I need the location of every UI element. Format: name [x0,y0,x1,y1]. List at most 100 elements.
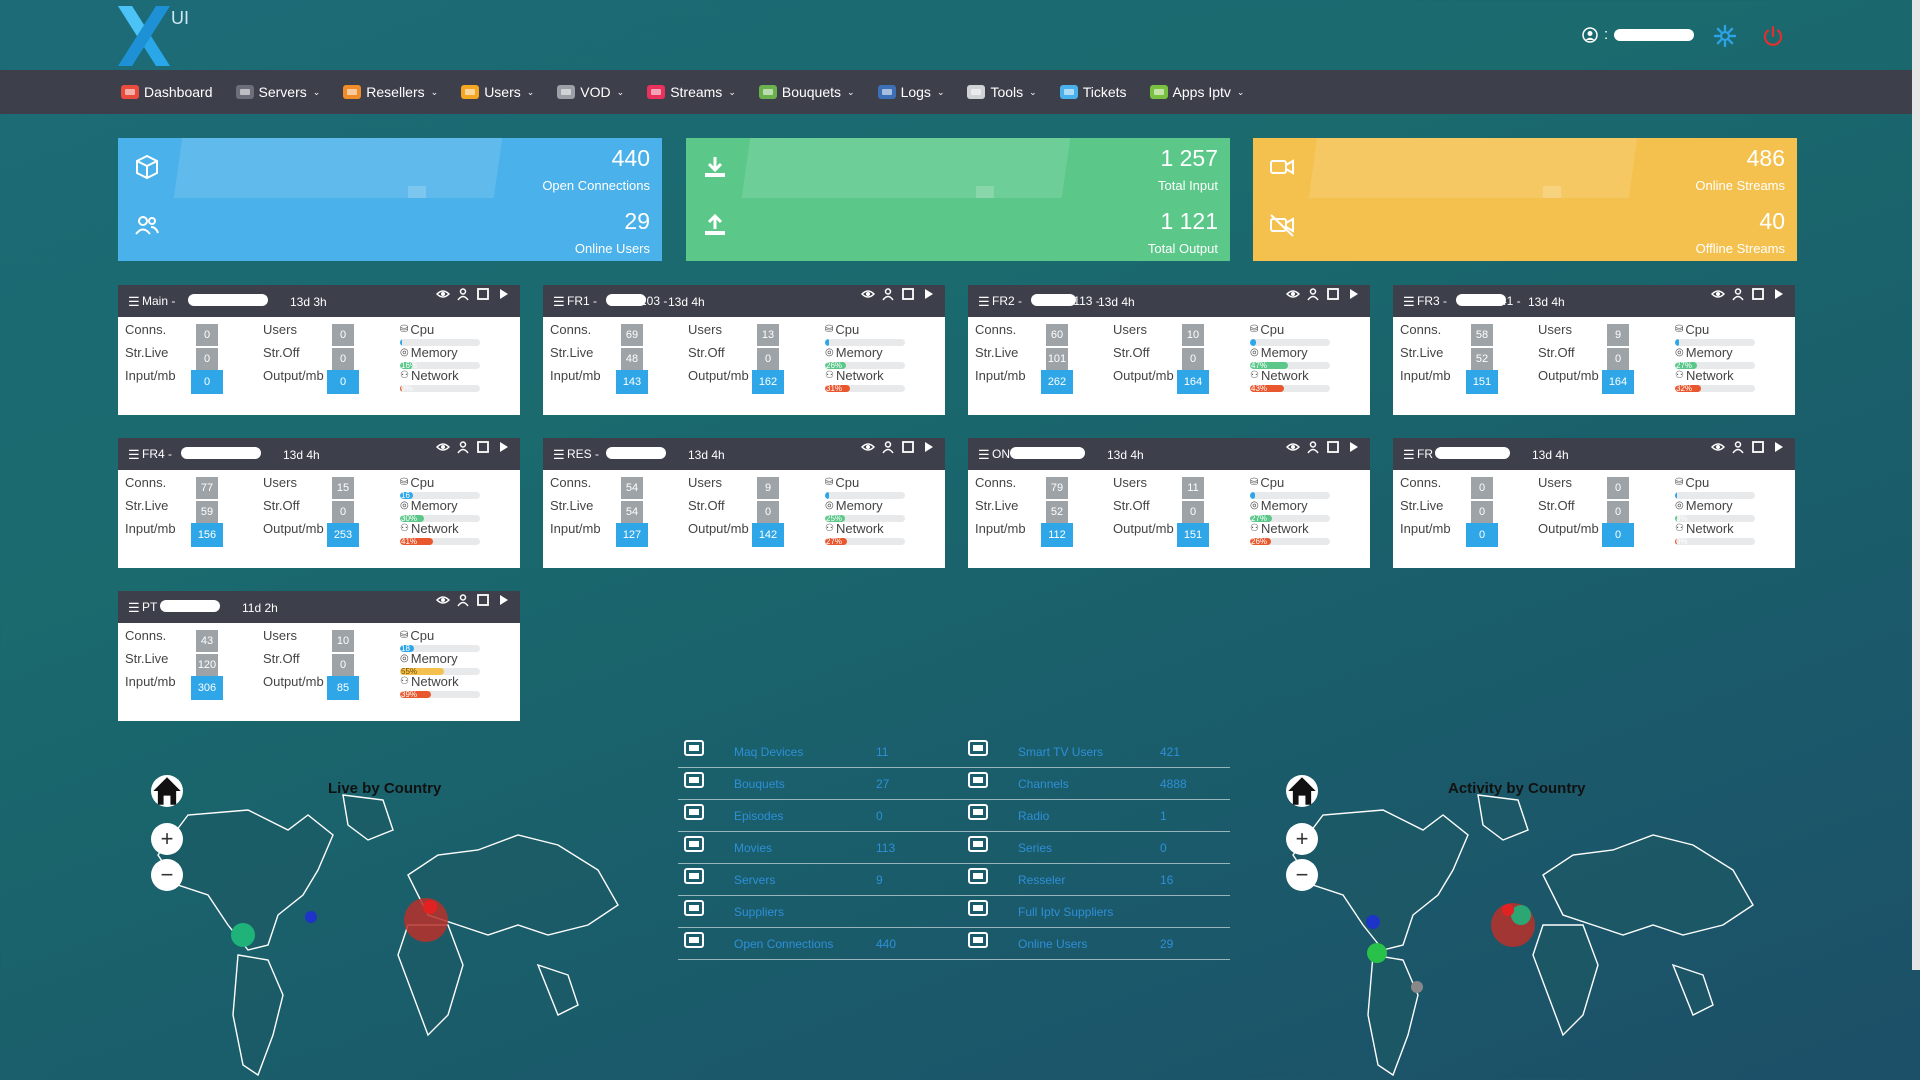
map-zoom-in-button[interactable]: + [1286,823,1318,855]
menu-icon[interactable]: ☰ [128,294,140,310]
network-label: ⚇ Network [825,521,884,536]
server-panel-header: ☰ FR1 - 203 -13d 4h [543,285,945,317]
map-zoom-in-button[interactable]: + [151,823,183,855]
eye-icon[interactable] [861,287,875,301]
eye-icon[interactable] [436,440,450,454]
play-icon[interactable] [1346,440,1360,454]
nav-item-logs[interactable]: Logs ⌄ [875,81,944,103]
user-icon[interactable] [1731,287,1745,301]
eye-icon[interactable] [436,287,450,301]
cpu-text: Cpu [835,322,860,337]
menu-icon[interactable]: ☰ [978,447,990,463]
str-off-label: Str.Off [1538,345,1575,360]
cpu-text: Cpu [835,475,860,490]
stat-label[interactable]: Suppliers [734,896,784,928]
stop-icon[interactable] [1751,287,1765,301]
play-icon[interactable] [496,287,510,301]
play-icon[interactable] [1771,440,1785,454]
stat-label[interactable]: Movies [734,832,772,864]
app-logo[interactable]: UI [118,6,189,66]
nav-item-servers[interactable]: Servers ⌄ [233,81,320,103]
stat-label[interactable]: Maq Devices [734,736,803,768]
str-live-label: Str.Live [125,498,169,513]
user-icon[interactable] [456,593,470,607]
menu-icon[interactable]: ☰ [1403,447,1415,463]
eye-icon[interactable] [1711,440,1725,454]
play-icon[interactable] [921,287,935,301]
menu-icon[interactable]: ☰ [128,447,140,463]
user-icon[interactable] [1731,440,1745,454]
stop-icon[interactable] [476,287,490,301]
nav-item-vod[interactable]: VOD ⌄ [554,81,624,103]
eye-icon[interactable] [436,593,450,607]
cpu-label: ⛁ Cpu [1675,322,1709,337]
nav-item-tools[interactable]: Tools ⌄ [964,81,1037,103]
menu-icon[interactable]: ☰ [553,294,565,310]
nav-item-bouquets[interactable]: Bouquets ⌄ [756,81,855,103]
stat-label[interactable]: Channels [1018,768,1069,800]
stop-icon[interactable] [1751,440,1765,454]
stat-label[interactable]: Radio [1018,800,1049,832]
stat-label[interactable]: Smart TV Users [1018,736,1103,768]
activity-by-country-map[interactable]: Activity by Country + − [1253,775,1793,1080]
user-icon[interactable] [1306,287,1320,301]
eye-icon[interactable] [1711,287,1725,301]
user-menu[interactable]: : [1582,26,1695,43]
play-icon[interactable] [496,440,510,454]
nav-item-dashboard[interactable]: Dashboard [118,81,213,103]
user-icon[interactable] [456,440,470,454]
menu-icon[interactable]: ☰ [553,447,565,463]
stop-icon[interactable] [476,593,490,607]
stat-label[interactable]: Resseler [1018,864,1065,896]
play-icon[interactable] [1346,287,1360,301]
chevron-down-icon: ⌄ [616,86,625,97]
stop-icon[interactable] [901,440,915,454]
input-label: Input/mb [975,521,1026,536]
summary-top-value: 1 257 [1160,145,1218,171]
eye-icon[interactable] [1286,440,1300,454]
stop-icon[interactable] [1326,287,1340,301]
eye-icon[interactable] [1286,287,1300,301]
stat-label[interactable]: Bouquets [734,768,785,800]
page-scrollbar[interactable] [1912,0,1920,970]
nav-item-resellers[interactable]: Resellers ⌄ [340,81,438,103]
server-ip-suffix: 203 - [640,294,668,308]
stop-icon[interactable] [1326,440,1340,454]
play-icon[interactable] [496,593,510,607]
stat-label[interactable]: Servers [734,864,775,896]
user-icon[interactable] [456,287,470,301]
stat-label[interactable]: Episodes [734,800,783,832]
input-label: Input/mb [125,521,176,536]
stat-label[interactable]: Online Users [1018,928,1087,960]
map-zoom-out-button[interactable]: − [1286,859,1318,891]
map-home-button[interactable] [1286,775,1318,807]
eye-icon[interactable] [861,440,875,454]
cpu-label: ⛁ Cpu [1250,322,1284,337]
power-icon[interactable] [1761,24,1785,48]
gear-icon[interactable] [1713,24,1737,48]
nav-item-tickets[interactable]: Tickets [1057,81,1127,103]
nav-item-streams[interactable]: Streams ⌄ [644,81,736,103]
nav-item-apps-iptv[interactable]: Apps Iptv ⌄ [1147,81,1244,103]
memory-text: Memory [410,651,458,666]
map-zoom-out-button[interactable]: − [151,859,183,891]
stat-label[interactable]: Series [1018,832,1052,864]
conns-value: 69 [621,324,643,346]
stat-label[interactable]: Full Iptv Suppliers [1018,896,1113,928]
play-icon[interactable] [921,440,935,454]
menu-icon[interactable]: ☰ [128,600,140,616]
users-icon [458,81,482,103]
user-icon[interactable] [881,287,895,301]
menu-icon[interactable]: ☰ [1403,294,1415,310]
nav-label: Apps Iptv [1172,84,1231,100]
stop-icon[interactable] [476,440,490,454]
stat-label[interactable]: Open Connections [734,928,833,960]
menu-icon[interactable]: ☰ [978,294,990,310]
live-by-country-map[interactable]: Live by Country + − [118,775,658,1080]
map-home-button[interactable] [151,775,183,807]
user-icon[interactable] [881,440,895,454]
play-icon[interactable] [1771,287,1785,301]
user-icon[interactable] [1306,440,1320,454]
stop-icon[interactable] [901,287,915,301]
nav-item-users[interactable]: Users ⌄ [458,81,534,103]
